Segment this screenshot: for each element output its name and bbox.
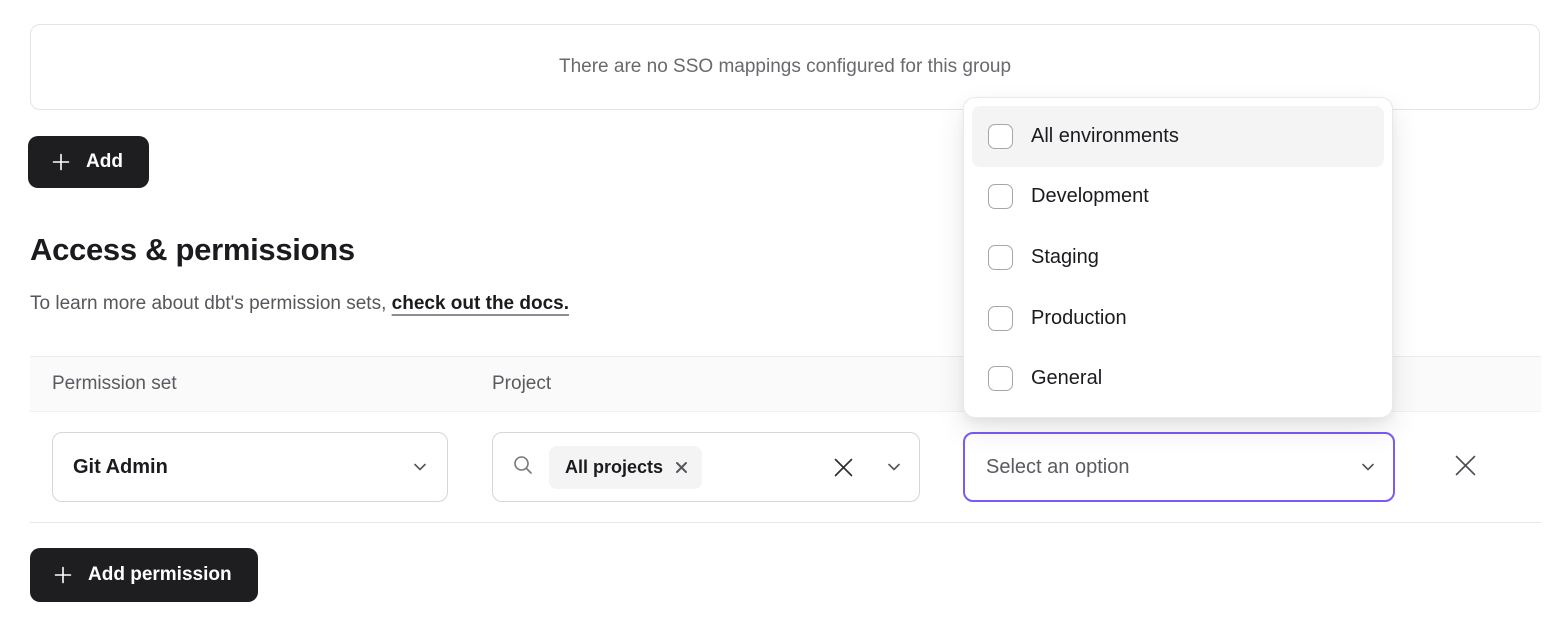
group-settings-page: There are no SSO mappings configured for…	[0, 0, 1560, 628]
option-label: General	[1031, 367, 1102, 390]
add-sso-mapping-button[interactable]: Add	[28, 136, 149, 188]
add-permission-button[interactable]: Add permission	[30, 548, 258, 602]
plus-icon	[50, 151, 72, 173]
close-icon	[1452, 452, 1479, 482]
clear-selection-icon[interactable]	[832, 456, 855, 479]
column-header-permission-set: Permission set	[52, 357, 177, 411]
dropdown-option-development[interactable]: Development	[972, 167, 1384, 228]
remove-permission-button[interactable]	[1445, 447, 1485, 487]
sso-empty-message: There are no SSO mappings configured for…	[559, 56, 1011, 78]
page-title: Access & permissions	[30, 232, 355, 268]
dropdown-option-production[interactable]: Production	[972, 288, 1384, 349]
column-header-project: Project	[492, 357, 551, 411]
project-multiselect[interactable]: All projects	[492, 432, 920, 502]
section-subtitle: To learn more about dbt's permission set…	[30, 293, 569, 315]
docs-link[interactable]: check out the docs.	[392, 293, 569, 314]
tag-remove-icon[interactable]	[675, 461, 688, 474]
chevron-down-icon	[411, 458, 429, 476]
option-label: Development	[1031, 185, 1149, 208]
checkbox-staging[interactable]	[988, 245, 1013, 270]
add-permission-label: Add permission	[88, 564, 232, 586]
option-label: All environments	[1031, 125, 1179, 148]
chevron-down-icon	[1359, 458, 1377, 476]
permission-set-select[interactable]: Git Admin	[52, 432, 448, 502]
permission-set-value: Git Admin	[73, 456, 411, 479]
checkbox-development[interactable]	[988, 184, 1013, 209]
checkbox-all-environments[interactable]	[988, 124, 1013, 149]
checkbox-production[interactable]	[988, 306, 1013, 331]
plus-icon	[52, 564, 74, 586]
dropdown-option-all-environments[interactable]: All environments	[972, 106, 1384, 167]
project-tag-label: All projects	[565, 457, 663, 478]
environment-select[interactable]: Select an option	[963, 432, 1395, 502]
checkbox-general[interactable]	[988, 366, 1013, 391]
dropdown-option-general[interactable]: General	[972, 348, 1384, 409]
chevron-down-icon	[885, 458, 903, 476]
environment-placeholder: Select an option	[986, 456, 1359, 479]
permission-row: Git Admin All projects	[30, 412, 1541, 523]
subtitle-text: To learn more about dbt's permission set…	[30, 293, 386, 314]
dropdown-option-staging[interactable]: Staging	[972, 227, 1384, 288]
add-button-label: Add	[86, 151, 123, 173]
option-label: Production	[1031, 307, 1127, 330]
environment-dropdown-menu: All environments Development Staging Pro…	[963, 97, 1393, 418]
option-label: Staging	[1031, 246, 1099, 269]
search-icon	[511, 453, 535, 482]
project-tag: All projects	[549, 446, 702, 489]
